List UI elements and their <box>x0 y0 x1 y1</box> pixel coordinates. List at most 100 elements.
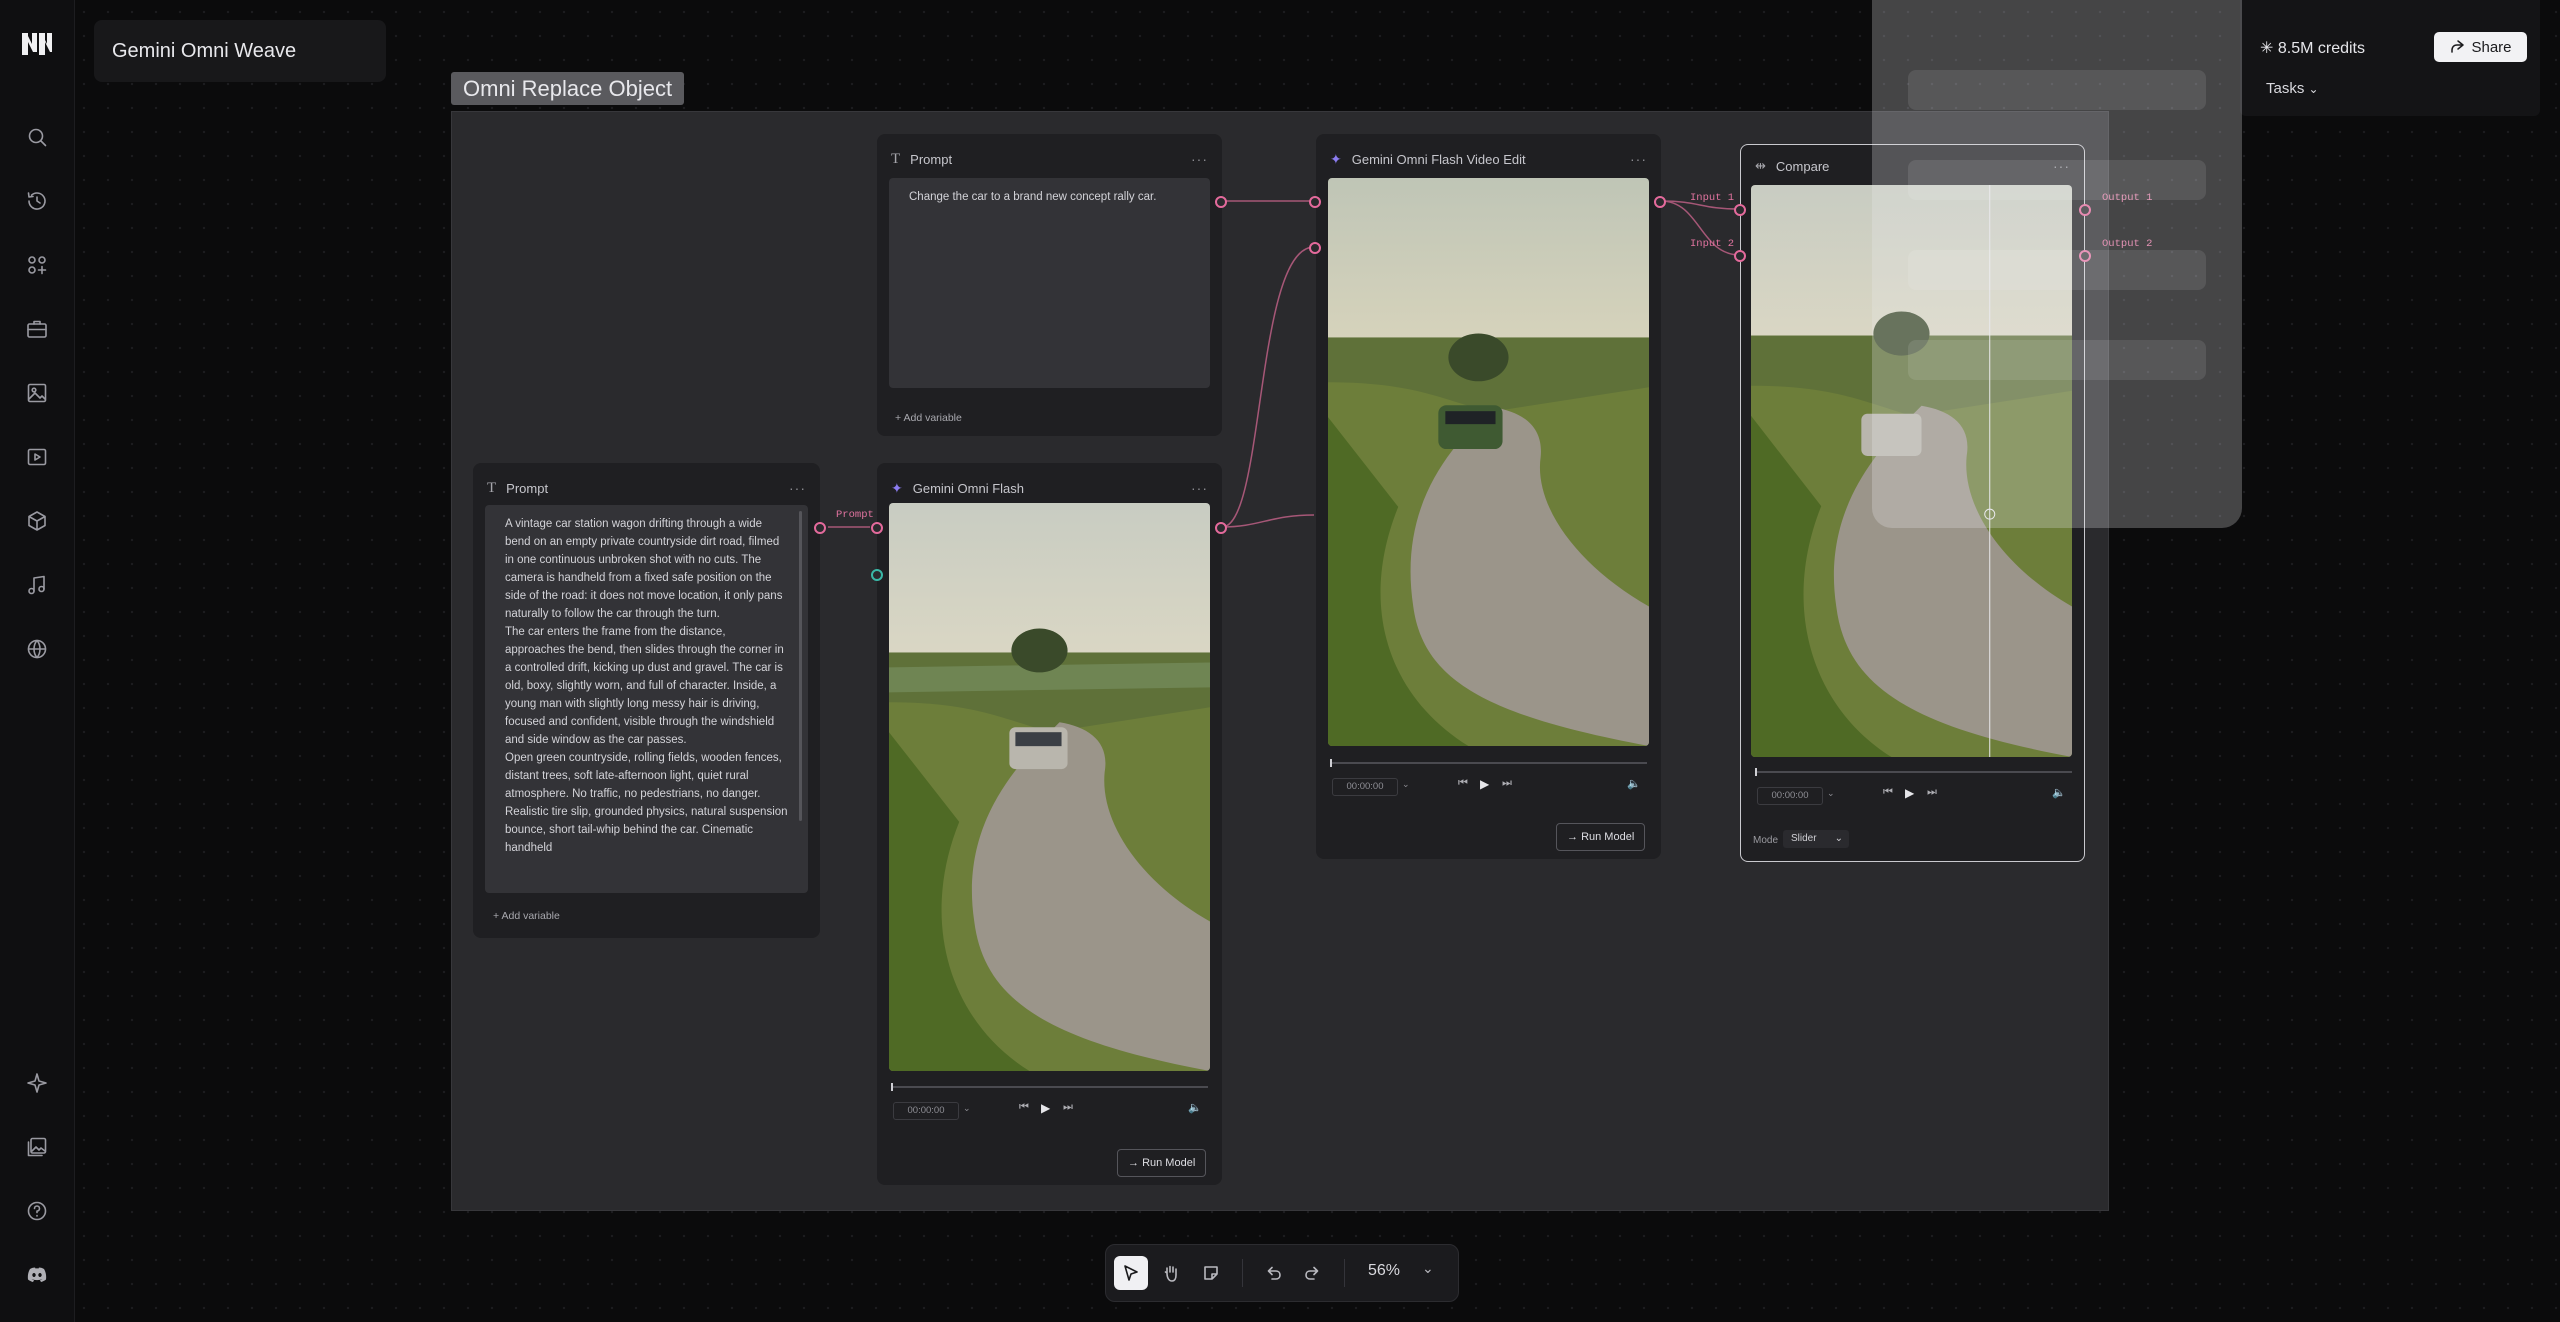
step-back-icon[interactable]: ⏮ <box>1458 777 1468 790</box>
node-title: Prompt <box>910 151 953 167</box>
logo-icon[interactable] <box>20 30 54 58</box>
discord-icon[interactable] <box>22 1260 52 1290</box>
volume-icon[interactable]: 🔈 <box>2052 786 2066 799</box>
credits-display[interactable]: ✳ 8.5M credits <box>2260 38 2365 58</box>
history-icon[interactable] <box>22 186 52 216</box>
share-button[interactable]: Share <box>2434 32 2527 62</box>
video-scrubber[interactable] <box>891 1083 1208 1091</box>
output-port[interactable] <box>1654 196 1666 208</box>
node-title: Gemini Omni Flash Video Edit <box>1351 151 1526 167</box>
chevron-down-icon[interactable]: ⌄ <box>1827 788 1835 799</box>
redo-button[interactable] <box>1296 1256 1330 1290</box>
timecode[interactable]: 00:00:00 <box>1332 778 1398 796</box>
add-variable-button[interactable]: + Add variable <box>493 910 560 922</box>
output-port[interactable] <box>1215 196 1227 208</box>
input1-port[interactable] <box>1734 204 1746 216</box>
output-port[interactable] <box>814 522 826 534</box>
sidebar <box>0 0 75 1322</box>
group-title[interactable]: Omni Replace Object <box>451 72 685 105</box>
add-variable-button[interactable]: + Add variable <box>895 412 962 424</box>
sparkle-icon[interactable] <box>22 1068 52 1098</box>
help-icon[interactable] <box>22 1196 52 1226</box>
cursor-icon <box>1124 1265 1138 1281</box>
video-preview[interactable] <box>1328 178 1649 746</box>
video-controls: 00:00:00 ⌄ ⏮ ▶ ⏭ 🔈 <box>1330 759 1647 802</box>
sparkle-icon: ✦ <box>1330 150 1342 167</box>
run-model-button[interactable]: → Run Model <box>1556 823 1646 851</box>
chevron-down-icon[interactable]: ⌄ <box>963 1103 971 1114</box>
image-icon[interactable] <box>22 378 52 408</box>
divider <box>1344 1259 1345 1287</box>
node-title: Compare <box>1775 158 1830 174</box>
input2-label: Input 2 <box>1690 238 1735 250</box>
undo-button[interactable] <box>1256 1256 1290 1290</box>
prompt-input-port[interactable] <box>1309 196 1321 208</box>
gallery-icon[interactable] <box>22 1132 52 1162</box>
prompt-input-port[interactable] <box>871 522 883 534</box>
chevron-down-icon: ⌄ <box>2308 82 2319 96</box>
input1-label: Input 1 <box>1690 192 1735 204</box>
text-icon: T <box>891 150 901 167</box>
apps-icon[interactable] <box>22 250 52 280</box>
timecode[interactable]: 00:00:00 <box>1757 787 1823 805</box>
sticky-note-icon <box>1204 1266 1218 1280</box>
chevron-down-icon[interactable]: ⌄ <box>1422 1260 1434 1277</box>
select-tool[interactable] <box>1114 1256 1148 1290</box>
prompt-node-top[interactable]: T Prompt ··· Change the car to a brand n… <box>877 134 1222 436</box>
hand-icon <box>1164 1265 1177 1282</box>
pan-tool[interactable] <box>1154 1256 1188 1290</box>
note-tool[interactable] <box>1194 1256 1228 1290</box>
prompt-text[interactable]: A vintage car station wagon drifting thr… <box>485 505 808 893</box>
run-model-button[interactable]: → Run Model <box>1117 1149 1207 1177</box>
step-forward-icon[interactable]: ⏭ <box>1063 1101 1073 1114</box>
translucent-overlay <box>1872 0 2242 528</box>
prompt-node-left[interactable]: T Prompt ··· A vintage car station wagon… <box>473 463 820 938</box>
search-icon[interactable] <box>22 122 52 152</box>
video-scrubber[interactable] <box>1330 759 1647 767</box>
gemini-omni-flash-node[interactable]: ✦ Gemini Omni Flash ··· 00:00:00 ⌄ ⏮ ▶ ⏭… <box>877 463 1222 1185</box>
video-icon[interactable] <box>22 442 52 472</box>
text-icon: T <box>487 479 497 496</box>
play-icon[interactable]: ▶ <box>1041 1101 1050 1115</box>
media-input-port[interactable] <box>871 569 883 581</box>
video-input-port[interactable] <box>1309 242 1321 254</box>
input2-port[interactable] <box>1734 250 1746 262</box>
mode-select[interactable]: Slider ⌄ <box>1783 830 1849 848</box>
chevron-down-icon[interactable]: ⌄ <box>1402 779 1410 790</box>
tasks-dropdown[interactable]: Tasks ⌄ <box>2266 80 2319 97</box>
play-icon[interactable]: ▶ <box>1480 777 1489 791</box>
step-forward-icon[interactable]: ⏭ <box>1502 777 1512 790</box>
share-icon <box>2451 40 2465 53</box>
zoom-level[interactable]: 56% <box>1368 1262 1400 1280</box>
step-back-icon[interactable]: ⏮ <box>1019 1101 1029 1114</box>
node-title: Prompt <box>506 480 549 496</box>
chevron-down-icon: ⌄ <box>1834 833 1843 844</box>
divider <box>1242 1259 1243 1287</box>
globe-icon[interactable] <box>22 634 52 664</box>
video-controls: 00:00:00 ⌄ ⏮ ▶ ⏭ 🔈 <box>1755 768 2072 811</box>
volume-icon[interactable]: 🔈 <box>1627 777 1641 790</box>
more-icon[interactable]: ··· <box>789 480 806 496</box>
more-icon[interactable]: ··· <box>1191 480 1208 496</box>
timecode[interactable]: 00:00:00 <box>893 1102 959 1120</box>
mode-label: Mode <box>1753 835 1779 846</box>
prompt-text[interactable]: Change the car to a brand new concept ra… <box>889 178 1210 388</box>
step-forward-icon[interactable]: ⏭ <box>1927 786 1937 799</box>
project-title[interactable]: Gemini Omni Weave <box>94 20 386 82</box>
volume-icon[interactable]: 🔈 <box>1188 1101 1202 1114</box>
more-icon[interactable]: ··· <box>1191 151 1208 167</box>
cube-icon[interactable] <box>22 506 52 536</box>
play-icon[interactable]: ▶ <box>1905 786 1914 800</box>
step-back-icon[interactable]: ⏮ <box>1883 786 1893 799</box>
music-icon[interactable] <box>22 570 52 600</box>
more-icon[interactable]: ··· <box>1630 151 1647 167</box>
node-title: Gemini Omni Flash <box>912 480 1024 496</box>
undo-icon <box>1267 1266 1281 1280</box>
video-scrubber[interactable] <box>1755 768 2072 776</box>
video-preview[interactable] <box>889 503 1210 1071</box>
scrollbar[interactable] <box>799 511 802 821</box>
toolbox-icon[interactable] <box>22 314 52 344</box>
output-port[interactable] <box>1215 522 1227 534</box>
compare-icon: ⇹ <box>1755 158 1766 173</box>
video-edit-node[interactable]: ✦ Gemini Omni Flash Video Edit ··· 00:00… <box>1316 134 1661 859</box>
